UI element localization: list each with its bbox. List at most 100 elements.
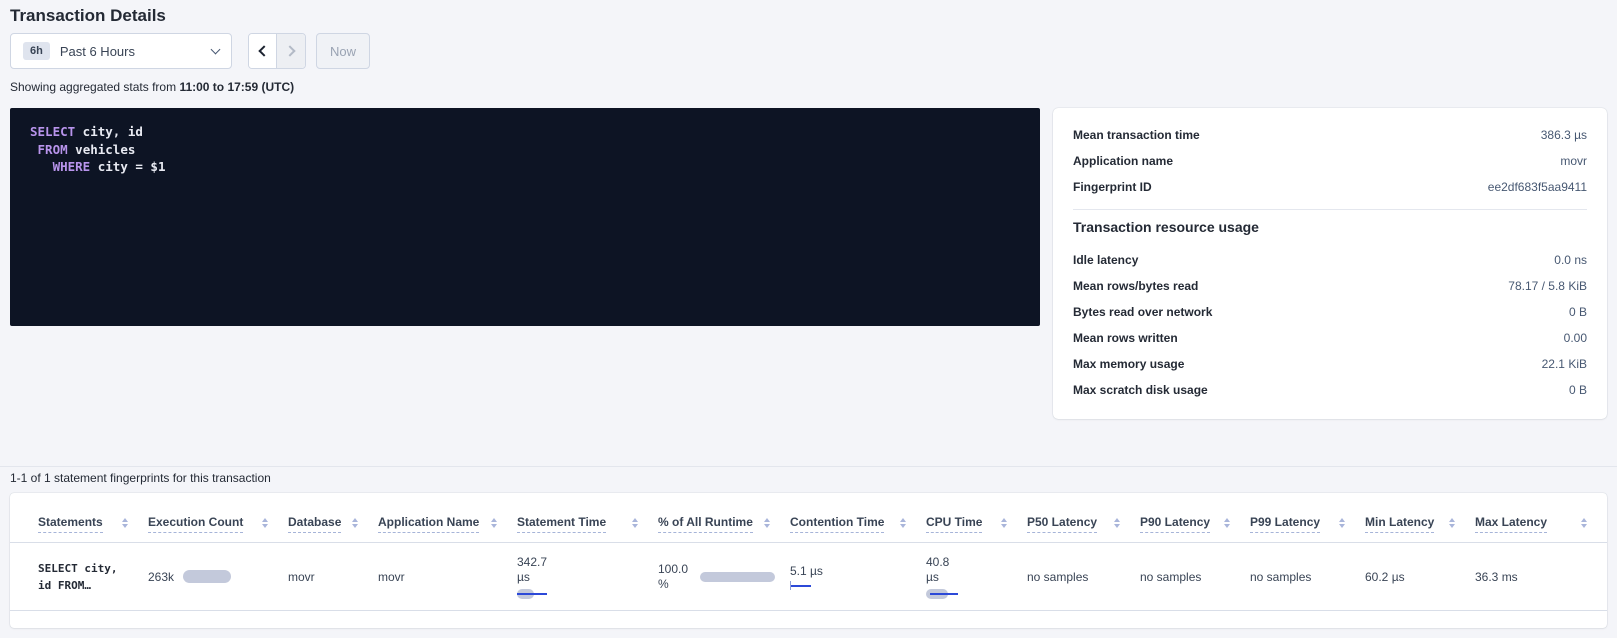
transaction-summary-card: Mean transaction time 386.3 µs Application… <box>1053 108 1607 419</box>
cell-contention-time: 5.1 µs <box>790 564 926 590</box>
cell-pct-runtime: 100.0 % <box>658 562 790 592</box>
column-label: P50 Latency <box>1027 515 1097 533</box>
summary-row-label: Mean rows written <box>1073 331 1178 345</box>
summary-rows: Mean transaction time 386.3 µs Application… <box>1073 122 1587 200</box>
column-header-application-name[interactable]: Application Name <box>378 515 517 533</box>
column-header-min-latency[interactable]: Min Latency <box>1365 515 1475 533</box>
summary-row-label: Mean transaction time <box>1073 128 1200 142</box>
now-button[interactable]: Now <box>316 33 370 69</box>
stats-prefix: Showing aggregated stats from <box>10 80 179 94</box>
summary-row: Max scratch disk usage 0 B <box>1073 377 1587 403</box>
column-header-statement-time[interactable]: Statement Time <box>517 515 658 533</box>
sort-icon[interactable] <box>1581 518 1587 530</box>
cell-p50-latency: no samples <box>1027 570 1140 584</box>
sort-icon[interactable] <box>1114 518 1120 530</box>
summary-row-label: Fingerprint ID <box>1073 180 1152 194</box>
cell-statement[interactable]: SELECT city, id FROM… <box>38 560 148 594</box>
statement-time-unit: µs <box>517 570 650 585</box>
summary-row: Max memory usage22.1 KiB <box>1073 351 1587 377</box>
statements-table: Statements Execution Count Database Appl… <box>10 493 1607 628</box>
sort-icon[interactable] <box>1001 518 1007 530</box>
cell-execution-count: 263k <box>148 570 288 584</box>
time-range-dropdown[interactable]: 6h Past 6 Hours <box>10 33 232 69</box>
cpu-time-value: 40.8 <box>926 555 1019 570</box>
summary-row-value: 22.1 KiB <box>1542 357 1587 371</box>
sort-icon[interactable] <box>1449 518 1455 530</box>
column-header-execution-count[interactable]: Execution Count <box>148 515 288 533</box>
summary-row-label: Max scratch disk usage <box>1073 383 1208 397</box>
sort-icon[interactable] <box>1224 518 1230 530</box>
table-row[interactable]: SELECT city, id FROM… 263k movr movr 342… <box>10 543 1607 611</box>
column-header-max-latency[interactable]: Max Latency <box>1475 515 1607 533</box>
summary-divider <box>1073 209 1587 210</box>
column-label: CPU Time <box>926 515 982 533</box>
cell-application-name: movr <box>378 570 517 584</box>
chevron-down-icon <box>211 44 221 54</box>
column-header-pct-runtime[interactable]: % of All Runtime <box>658 515 790 533</box>
column-label: % of All Runtime <box>658 515 753 533</box>
column-header-database[interactable]: Database <box>288 515 378 533</box>
next-time-button[interactable] <box>277 34 305 68</box>
column-header-contention-time[interactable]: Contention Time <box>790 515 926 533</box>
sort-icon[interactable] <box>352 518 358 530</box>
summary-row-value: 386.3 µs <box>1541 128 1587 142</box>
column-header-p99-latency[interactable]: P99 Latency <box>1250 515 1365 533</box>
summary-row-value: 0 B <box>1569 305 1587 319</box>
column-header-cpu-time[interactable]: CPU Time <box>926 515 1027 533</box>
pct-runtime-value: 100.0 <box>658 562 688 577</box>
cpu-time-unit: µs <box>926 570 1019 585</box>
summary-row-value: 0.00 <box>1564 331 1587 345</box>
summary-row: Idle latency0.0 ns <box>1073 247 1587 273</box>
summary-row-value: 78.17 / 5.8 KiB <box>1508 279 1587 293</box>
table-header-row: Statements Execution Count Database Appl… <box>10 493 1607 543</box>
sort-icon[interactable] <box>900 518 906 530</box>
section-divider <box>0 466 1617 467</box>
execution-count-bar <box>183 570 231 583</box>
statement-time-value: 342.7 <box>517 555 650 570</box>
summary-row: Mean rows/bytes read78.17 / 5.8 KiB <box>1073 273 1587 299</box>
time-range-badge: 6h <box>23 42 50 60</box>
column-label: P90 Latency <box>1140 515 1210 533</box>
statement-line: SELECT city, <box>38 560 140 577</box>
sql-statement-box: SELECT city, id FROM vehicles WHERE city… <box>10 108 1040 326</box>
column-header-p50-latency[interactable]: P50 Latency <box>1027 515 1140 533</box>
resource-rows: Idle latency0.0 nsMean rows/bytes read78… <box>1073 247 1587 403</box>
aggregated-stats-text: Showing aggregated stats from 11:00 to 1… <box>10 80 294 94</box>
chevron-right-icon <box>284 45 295 56</box>
sort-icon[interactable] <box>491 518 497 530</box>
summary-row: Application name movr <box>1073 148 1587 174</box>
sort-icon[interactable] <box>764 518 770 530</box>
column-header-statements[interactable]: Statements <box>38 515 148 533</box>
page-title: Transaction Details <box>10 6 166 26</box>
time-range-label: Past 6 Hours <box>60 44 212 59</box>
summary-row: Bytes read over network0 B <box>1073 299 1587 325</box>
summary-row-value: ee2df683f5aa9411 <box>1488 180 1587 194</box>
cpu-time-bar <box>926 589 1019 599</box>
sort-icon[interactable] <box>632 518 638 530</box>
summary-row-value: 0 B <box>1569 383 1587 397</box>
summary-row: Mean rows written 0.00 <box>1073 325 1587 351</box>
cell-database: movr <box>288 570 378 584</box>
summary-row-value: movr <box>1560 154 1587 168</box>
time-nav-group <box>248 33 306 69</box>
summary-row: Mean transaction time 386.3 µs <box>1073 122 1587 148</box>
cell-cpu-time: 40.8 µs <box>926 555 1027 599</box>
pct-runtime-bar <box>700 572 775 582</box>
resource-usage-title: Transaction resource usage <box>1073 219 1587 235</box>
cell-statement-time: 342.7 µs <box>517 555 658 599</box>
statement-count-text: 1-1 of 1 statement fingerprints for this… <box>10 471 271 485</box>
column-label: Contention Time <box>790 515 884 533</box>
summary-row-label: Application name <box>1073 154 1173 168</box>
sort-icon[interactable] <box>122 518 128 530</box>
column-header-p90-latency[interactable]: P90 Latency <box>1140 515 1250 533</box>
statement-time-bar <box>517 589 650 599</box>
summary-row-label: Idle latency <box>1073 253 1138 267</box>
sort-icon[interactable] <box>262 518 268 530</box>
execution-count-value: 263k <box>148 570 174 584</box>
previous-time-button[interactable] <box>249 34 277 68</box>
column-label: Statements <box>38 515 103 533</box>
contention-time-bar <box>790 581 918 590</box>
cell-max-latency: 36.3 ms <box>1475 570 1607 584</box>
contention-time-value: 5.1 µs <box>790 564 918 578</box>
sort-icon[interactable] <box>1339 518 1345 530</box>
